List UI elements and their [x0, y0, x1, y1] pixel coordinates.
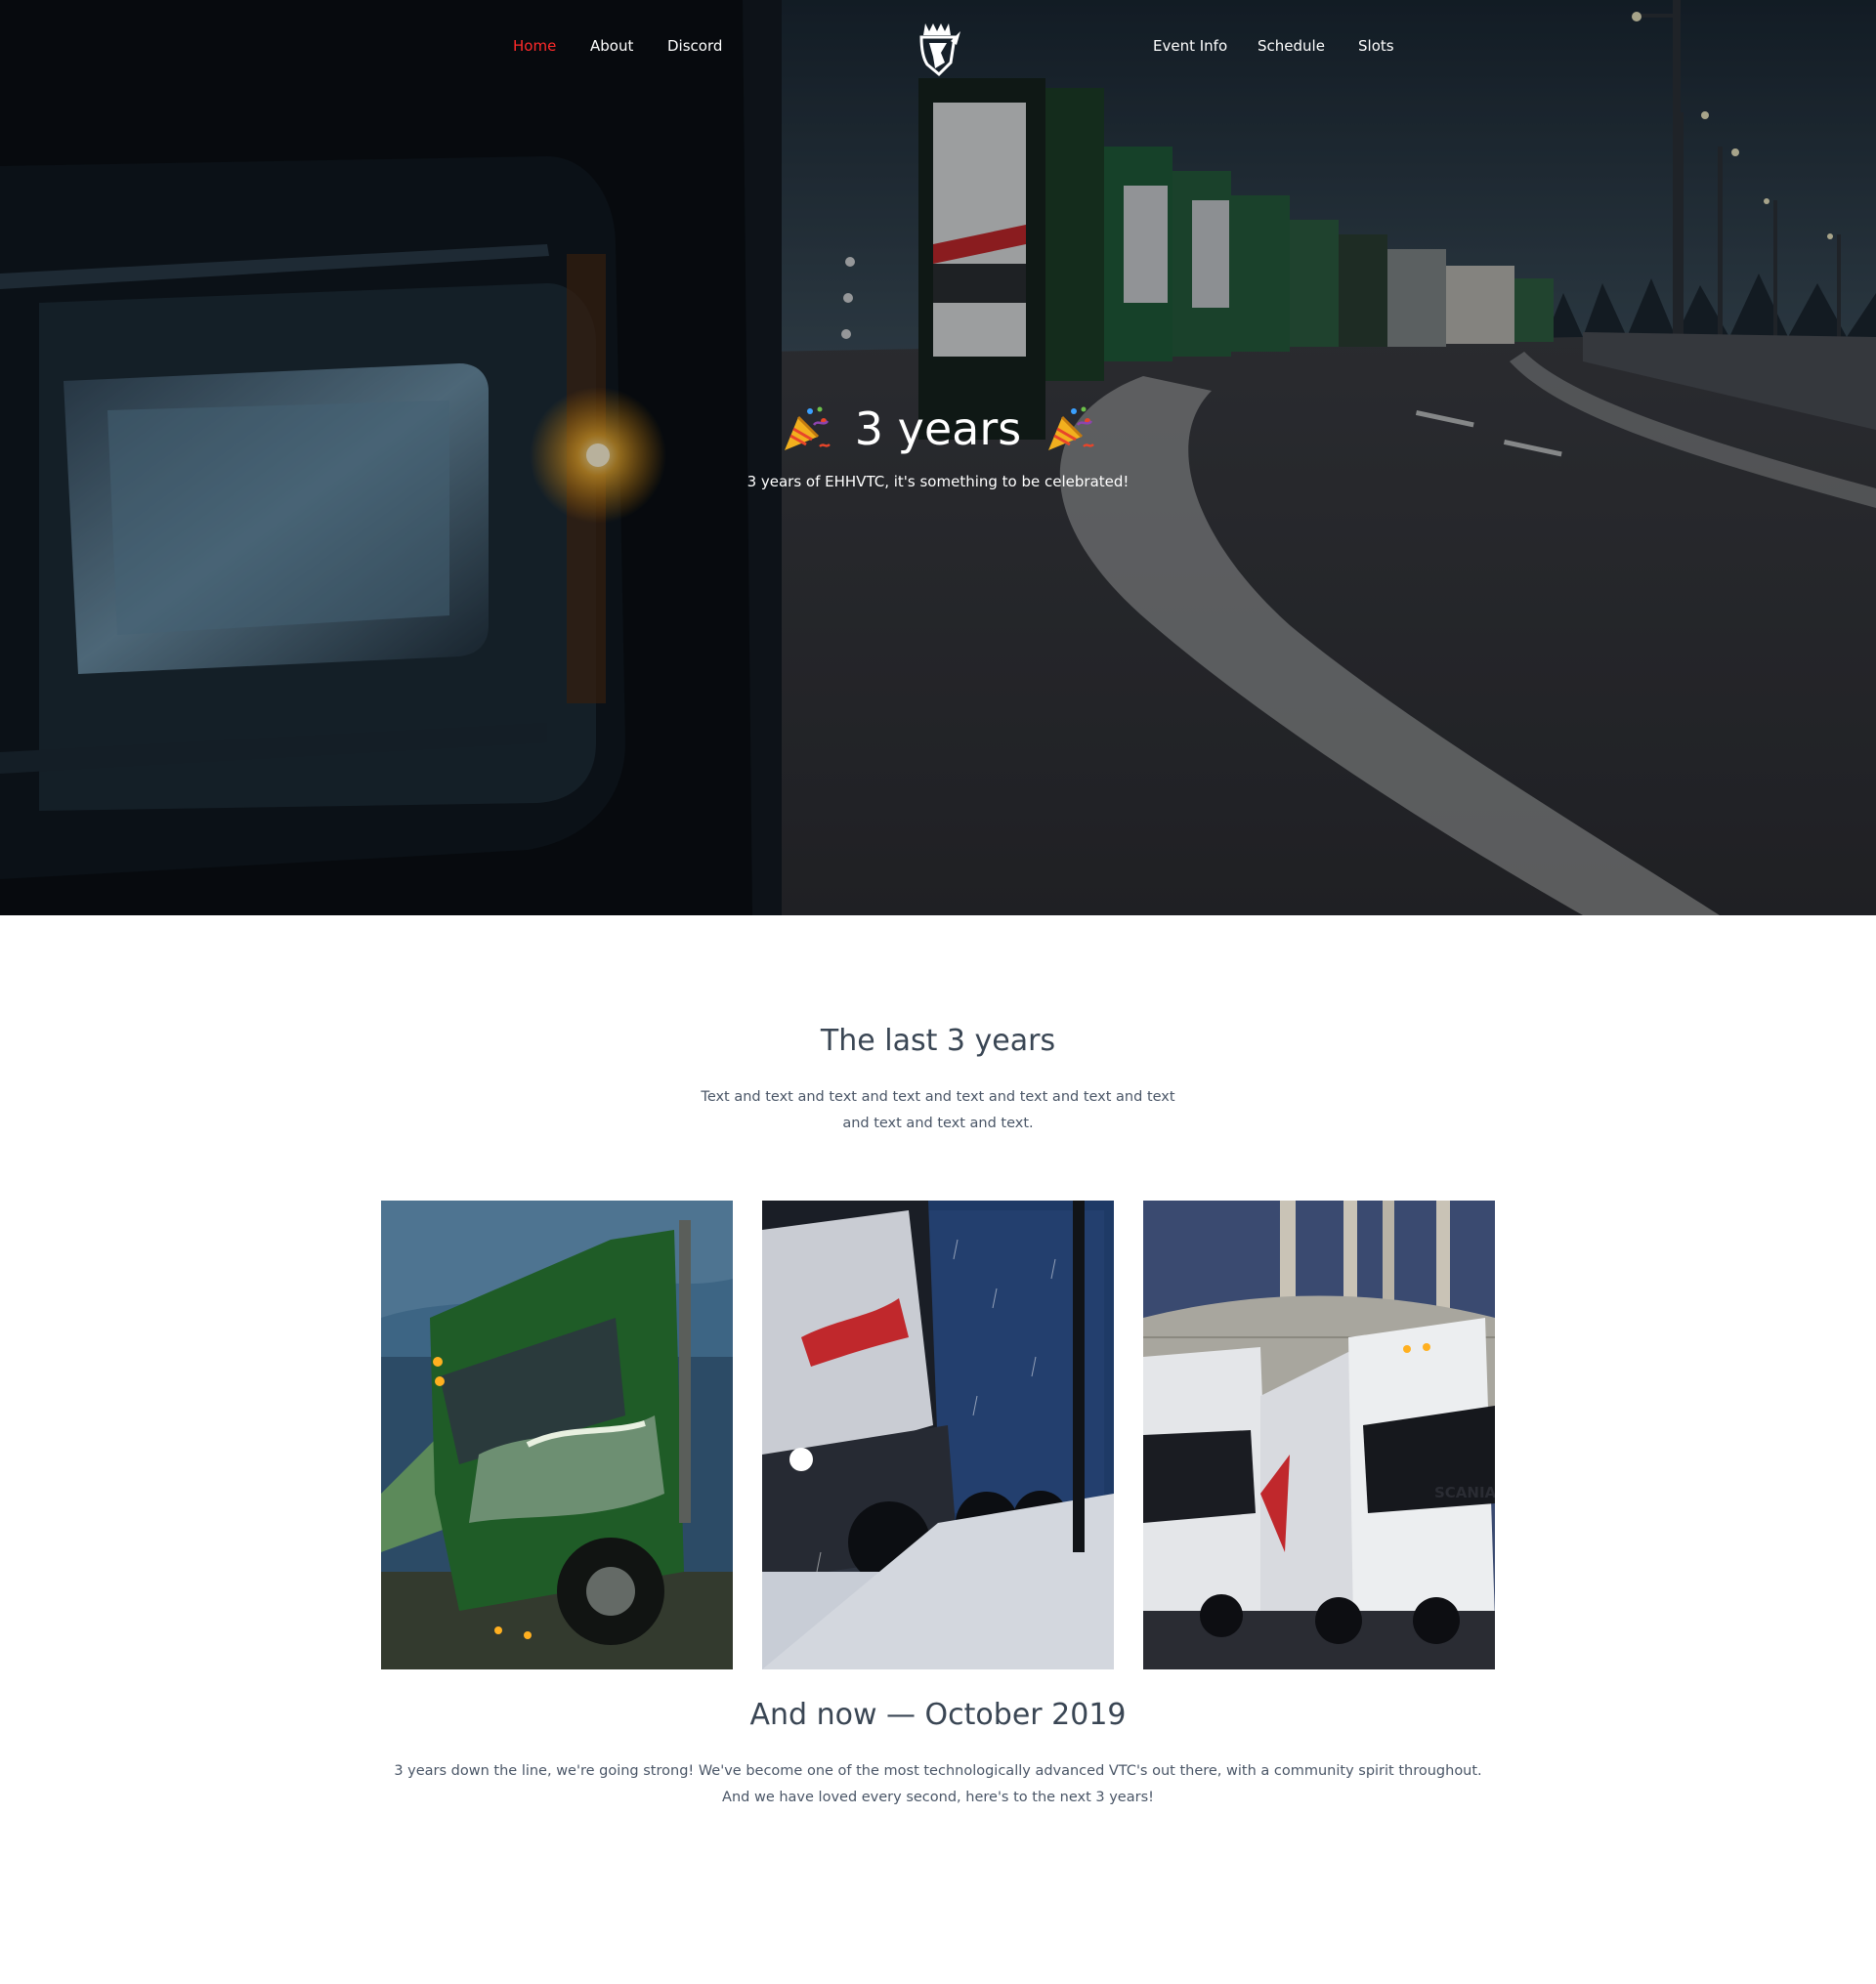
lion-crest-logo-icon[interactable] — [912, 20, 964, 78]
history-text-line: and text and text and text. — [842, 1116, 1034, 1131]
party-popper-icon — [1048, 406, 1095, 450]
nav-link-discord[interactable]: Discord — [667, 37, 722, 55]
nav-link-schedule[interactable]: Schedule — [1258, 37, 1325, 55]
scania-text: SCANIA — [1434, 1484, 1495, 1501]
now-text-line: 3 years down the line, we're going stron… — [394, 1763, 1482, 1779]
hero-background-image — [0, 0, 1876, 915]
nav-link-about[interactable]: About — [590, 37, 633, 55]
hero-section: Home About Discord Event Info Schedule S… — [0, 0, 1876, 915]
nav-link-home[interactable]: Home — [513, 37, 556, 55]
history-heading: The last 3 years — [820, 1024, 1056, 1058]
hero-heading: 3 years — [0, 402, 1876, 455]
nav-link-slots[interactable]: Slots — [1358, 37, 1394, 55]
hero-title-text: 3 years — [854, 402, 1022, 455]
now-text-line: And we have loved every second, here's t… — [722, 1790, 1154, 1805]
nav-link-event-info[interactable]: Event Info — [1153, 37, 1227, 55]
main-navigation: Home About Discord Event Info Schedule S… — [0, 0, 1876, 98]
green-truck-photo — [381, 1201, 733, 1669]
now-heading: And now — October 2019 — [749, 1698, 1127, 1732]
snow-truck-photo — [762, 1201, 1114, 1669]
hero-subtitle: 3 years of EHHVTC, it's something to be … — [746, 473, 1130, 490]
history-text: Text and text and text and text and text… — [0, 1084, 1876, 1137]
photo-gallery: SCANIA — [381, 1201, 1496, 1669]
now-text: 3 years down the line, we're going stron… — [0, 1758, 1876, 1811]
history-text-line: Text and text and text and text and text… — [701, 1089, 1175, 1105]
scania-convoy-photo: SCANIA — [1143, 1201, 1495, 1669]
party-popper-icon — [784, 406, 831, 450]
